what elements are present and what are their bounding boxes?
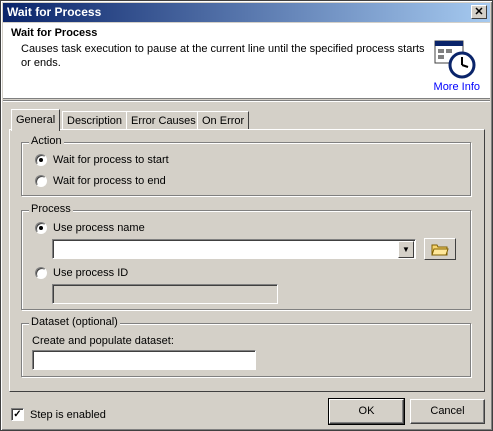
check-icon: ✓: [11, 408, 24, 421]
step-enabled-label: Step is enabled: [30, 408, 106, 421]
radio-indicator: [35, 222, 47, 234]
tab-description[interactable]: Description: [62, 111, 128, 130]
action-legend: Action: [29, 135, 64, 147]
process-id-field[interactable]: [52, 284, 278, 304]
wait-start-label: Wait for process to start: [53, 154, 169, 166]
dataset-label: Create and populate dataset:: [32, 335, 174, 347]
dataset-legend: Dataset (optional): [29, 316, 120, 328]
process-name-dropdown-button[interactable]: ▼: [398, 241, 414, 258]
title-bar: Wait for Process ✕: [3, 3, 490, 22]
tab-error-causes[interactable]: Error Causes: [126, 111, 201, 130]
more-info-link[interactable]: More Info: [434, 81, 480, 93]
wait-end-label: Wait for process to end: [53, 175, 166, 187]
cancel-button[interactable]: Cancel: [410, 399, 485, 424]
chevron-down-icon: ▼: [402, 245, 410, 254]
close-button[interactable]: ✕: [471, 5, 487, 19]
step-enabled-checkbox[interactable]: ✓ Step is enabled: [11, 408, 106, 421]
wait-start-radio[interactable]: Wait for process to start: [35, 154, 169, 166]
radio-indicator: [35, 175, 47, 187]
process-name-combo[interactable]: [52, 239, 416, 259]
dataset-input[interactable]: [32, 350, 256, 370]
ok-button[interactable]: OK: [328, 398, 405, 425]
browse-button[interactable]: [424, 238, 456, 260]
wait-end-radio[interactable]: Wait for process to end: [35, 175, 166, 187]
wait-for-process-dialog: Wait for Process ✕ Wait for Process Caus…: [0, 0, 493, 431]
radio-indicator: [35, 267, 47, 279]
window-title: Wait for Process: [7, 5, 102, 19]
tab-on-error[interactable]: On Error: [197, 111, 250, 130]
header-panel: Wait for Process Causes task execution t…: [3, 23, 490, 99]
use-process-name-radio[interactable]: Use process name: [35, 222, 145, 234]
use-process-id-radio[interactable]: Use process ID: [35, 267, 128, 279]
radio-indicator: [35, 154, 47, 166]
clock-window-icon: [434, 40, 476, 79]
action-group: Action Wait for process to start Wait fo…: [21, 135, 471, 196]
header-title: Wait for Process: [11, 27, 98, 39]
divider: [3, 100, 490, 102]
folder-icon: [431, 244, 449, 256]
use-process-name-label: Use process name: [53, 222, 145, 234]
tab-general[interactable]: General: [11, 109, 61, 131]
dataset-group: Dataset (optional) Create and populate d…: [21, 316, 471, 377]
process-legend: Process: [29, 203, 73, 215]
close-icon: ✕: [474, 6, 484, 18]
header-description: Causes task execution to pause at the cu…: [21, 43, 425, 69]
general-tab-panel: Action Wait for process to start Wait fo…: [9, 129, 485, 392]
use-process-id-label: Use process ID: [53, 267, 129, 279]
process-group: Process Use process name ▼ Use process I…: [21, 203, 471, 310]
